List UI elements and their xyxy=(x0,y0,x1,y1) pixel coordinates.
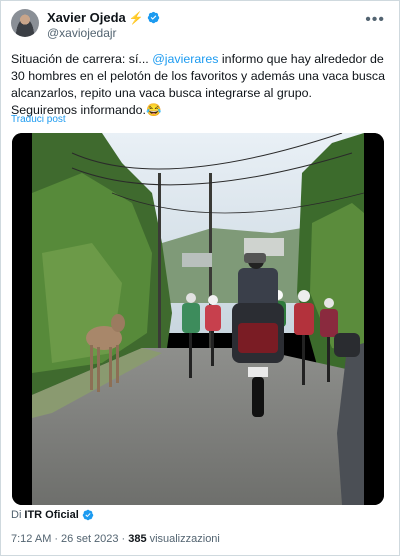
tweet-card: Xavier Ojeda ⚡ @xaviojedajr ••• Situació… xyxy=(0,0,400,556)
video-scene xyxy=(32,133,365,505)
author-name[interactable]: Xavier Ojeda xyxy=(47,10,126,25)
media-source: Di ITR Oficial xyxy=(11,509,94,521)
meta-separator: · xyxy=(54,533,59,545)
verified-badge-icon xyxy=(82,509,94,521)
translate-post-link[interactable]: Traduci post xyxy=(11,114,66,125)
tweet-text-intro: Situación de carrera: sí... xyxy=(11,52,153,66)
source-account-link[interactable]: ITR Oficial xyxy=(24,509,78,521)
more-options-icon[interactable]: ••• xyxy=(365,11,385,29)
source-prefix: Di xyxy=(11,509,22,521)
video-player[interactable] xyxy=(12,133,384,505)
author-handle[interactable]: @xaviojedajr xyxy=(47,26,117,40)
tweet-header: Xavier Ojeda ⚡ @xaviojedajr ••• xyxy=(11,9,389,41)
tweet-meta: 7:12 AM · 26 set 2023 · 385 visualizzazi… xyxy=(11,533,220,545)
mention-link[interactable]: @javierares xyxy=(152,52,218,66)
post-date[interactable]: 26 set 2023 xyxy=(61,533,119,545)
views-label: visualizzazioni xyxy=(149,533,220,545)
author-name-row: Xavier Ojeda ⚡ xyxy=(47,10,160,25)
author-avatar[interactable] xyxy=(11,9,39,37)
lightning-emoji: ⚡ xyxy=(128,10,144,25)
views-count: 385 xyxy=(128,533,147,545)
video-frame xyxy=(12,133,384,505)
meta-separator: · xyxy=(121,533,126,545)
tweet-text: Situación de carrera: sí... @javierares … xyxy=(11,51,391,119)
post-time[interactable]: 7:12 AM xyxy=(11,533,51,545)
verified-badge-icon xyxy=(147,11,159,24)
